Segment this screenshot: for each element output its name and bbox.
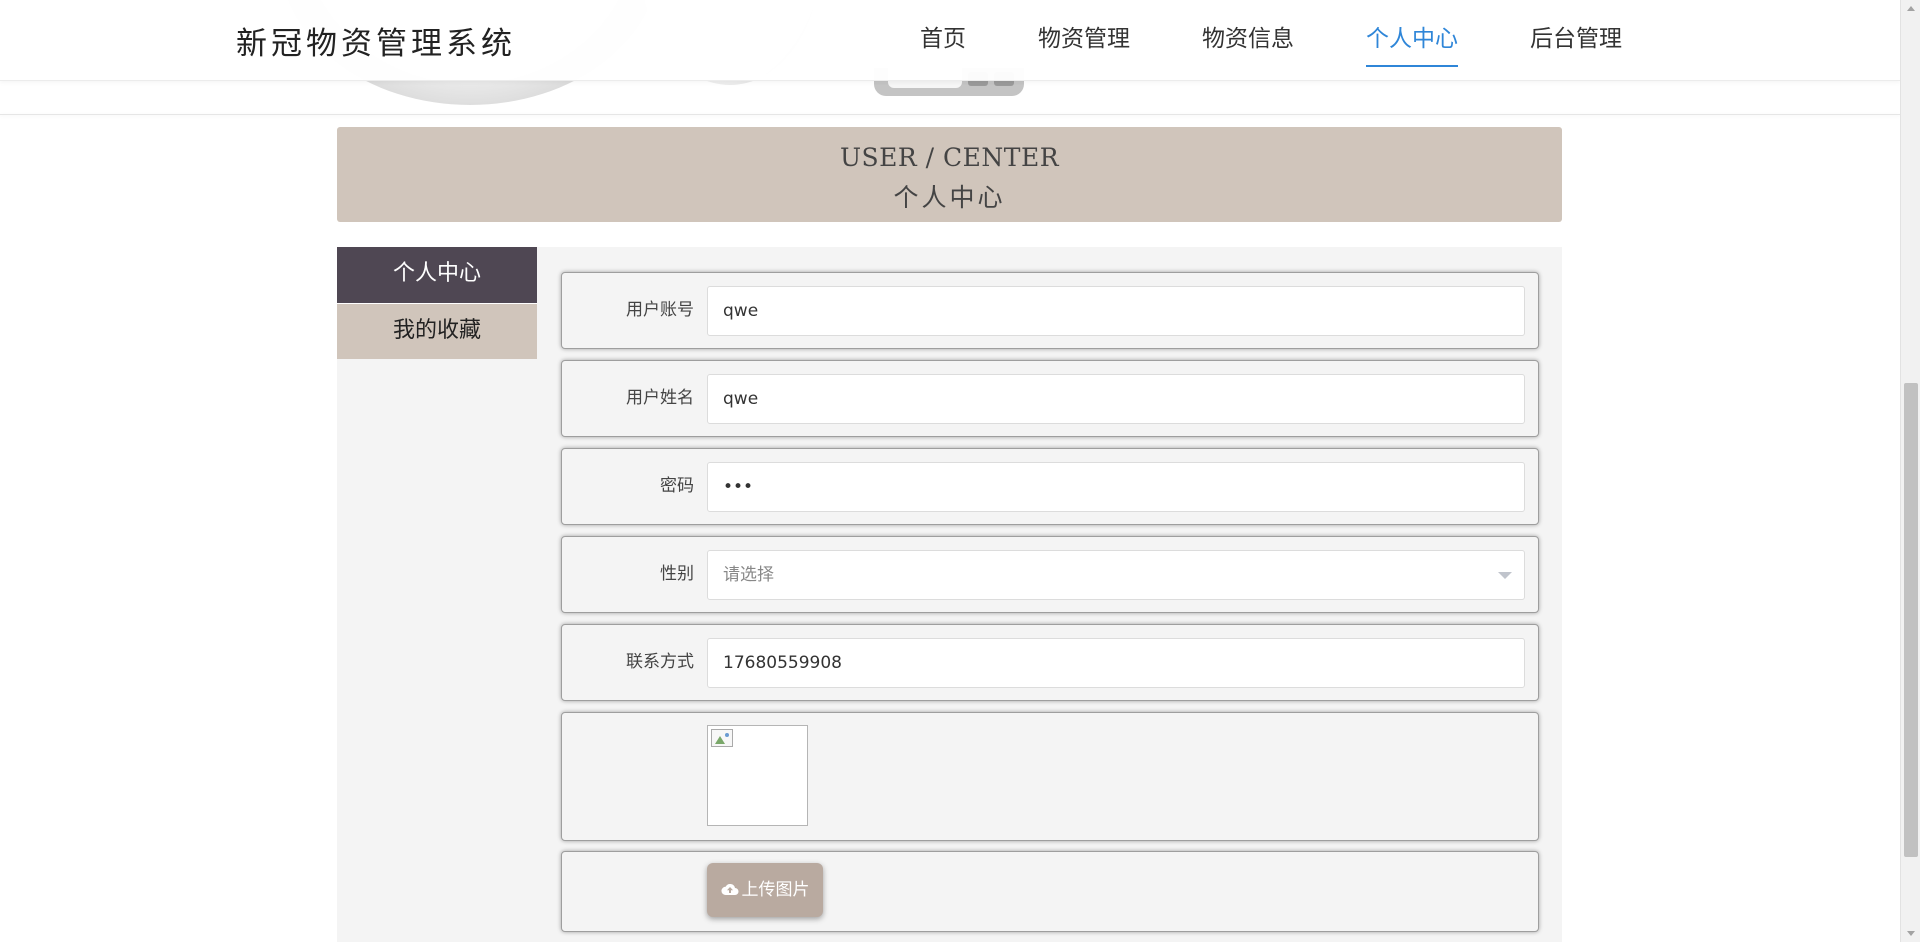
gender-select-placeholder: 请选择 xyxy=(723,565,774,585)
upload-button-label: 上传图片 xyxy=(741,880,810,900)
contact-input[interactable]: 17680559908 xyxy=(707,638,1525,688)
form-row-name: 用户姓名 qwe xyxy=(561,360,1539,437)
nav-item-admin[interactable]: 后台管理 xyxy=(1530,0,1622,81)
page-title-en: USER / CENTER xyxy=(839,143,1060,172)
scroll-down-icon[interactable] xyxy=(1907,931,1915,936)
name-input[interactable]: qwe xyxy=(707,374,1525,424)
avatar-image xyxy=(707,725,808,826)
account-label: 用户账号 xyxy=(626,300,694,320)
gender-label: 性别 xyxy=(660,564,694,584)
form-row-photo xyxy=(561,712,1539,841)
nav-item-supplies-management[interactable]: 物资管理 xyxy=(1038,0,1130,81)
page-title-banner: USER / CENTER 个人中心 xyxy=(337,127,1562,222)
form-row-gender: 性别 请选择 xyxy=(561,536,1539,613)
side-item-favorites[interactable]: 我的收藏 xyxy=(337,303,537,359)
side-item-user-center[interactable]: 个人中心 xyxy=(337,247,537,303)
header-divider xyxy=(0,114,1900,115)
chevron-down-icon xyxy=(1498,572,1512,579)
profile-form: 用户账号 qwe 用户姓名 qwe 密码 ••• 性别 请选择 联系方式 176… xyxy=(561,272,1539,942)
name-label: 用户姓名 xyxy=(626,388,694,408)
form-row-upload: 上传图片 xyxy=(561,851,1539,932)
nav-item-user-center[interactable]: 个人中心 xyxy=(1366,0,1458,81)
gender-select[interactable]: 请选择 xyxy=(707,550,1525,600)
scrollbar-thumb[interactable] xyxy=(1904,383,1918,857)
page-scrollbar[interactable] xyxy=(1900,0,1920,942)
page-title-cn: 个人中心 xyxy=(893,183,1006,212)
password-label: 密码 xyxy=(660,476,694,496)
password-input[interactable]: ••• xyxy=(707,462,1525,512)
nav-item-home[interactable]: 首页 xyxy=(920,0,966,81)
top-header: 新冠物资管理系统 首页 物资管理 物资信息 个人中心 后台管理 xyxy=(0,0,1900,81)
main-content: 个人中心 我的收藏 用户账号 qwe 用户姓名 qwe 密码 ••• 性别 请选… xyxy=(337,247,1562,942)
form-row-account: 用户账号 qwe xyxy=(561,272,1539,349)
cloud-upload-icon xyxy=(720,883,739,896)
broken-image-icon xyxy=(711,729,733,747)
main-nav: 首页 物资管理 物资信息 个人中心 后台管理 xyxy=(920,0,1694,81)
form-row-contact: 联系方式 17680559908 xyxy=(561,624,1539,701)
form-row-password: 密码 ••• xyxy=(561,448,1539,525)
account-input[interactable]: qwe xyxy=(707,286,1525,336)
upload-image-button[interactable]: 上传图片 xyxy=(707,863,823,917)
scroll-up-icon[interactable] xyxy=(1907,6,1915,11)
contact-label: 联系方式 xyxy=(626,652,694,672)
site-logo[interactable]: 新冠物资管理系统 xyxy=(236,18,516,63)
side-menu: 个人中心 我的收藏 xyxy=(337,247,537,359)
nav-item-supplies-info[interactable]: 物资信息 xyxy=(1202,0,1294,81)
